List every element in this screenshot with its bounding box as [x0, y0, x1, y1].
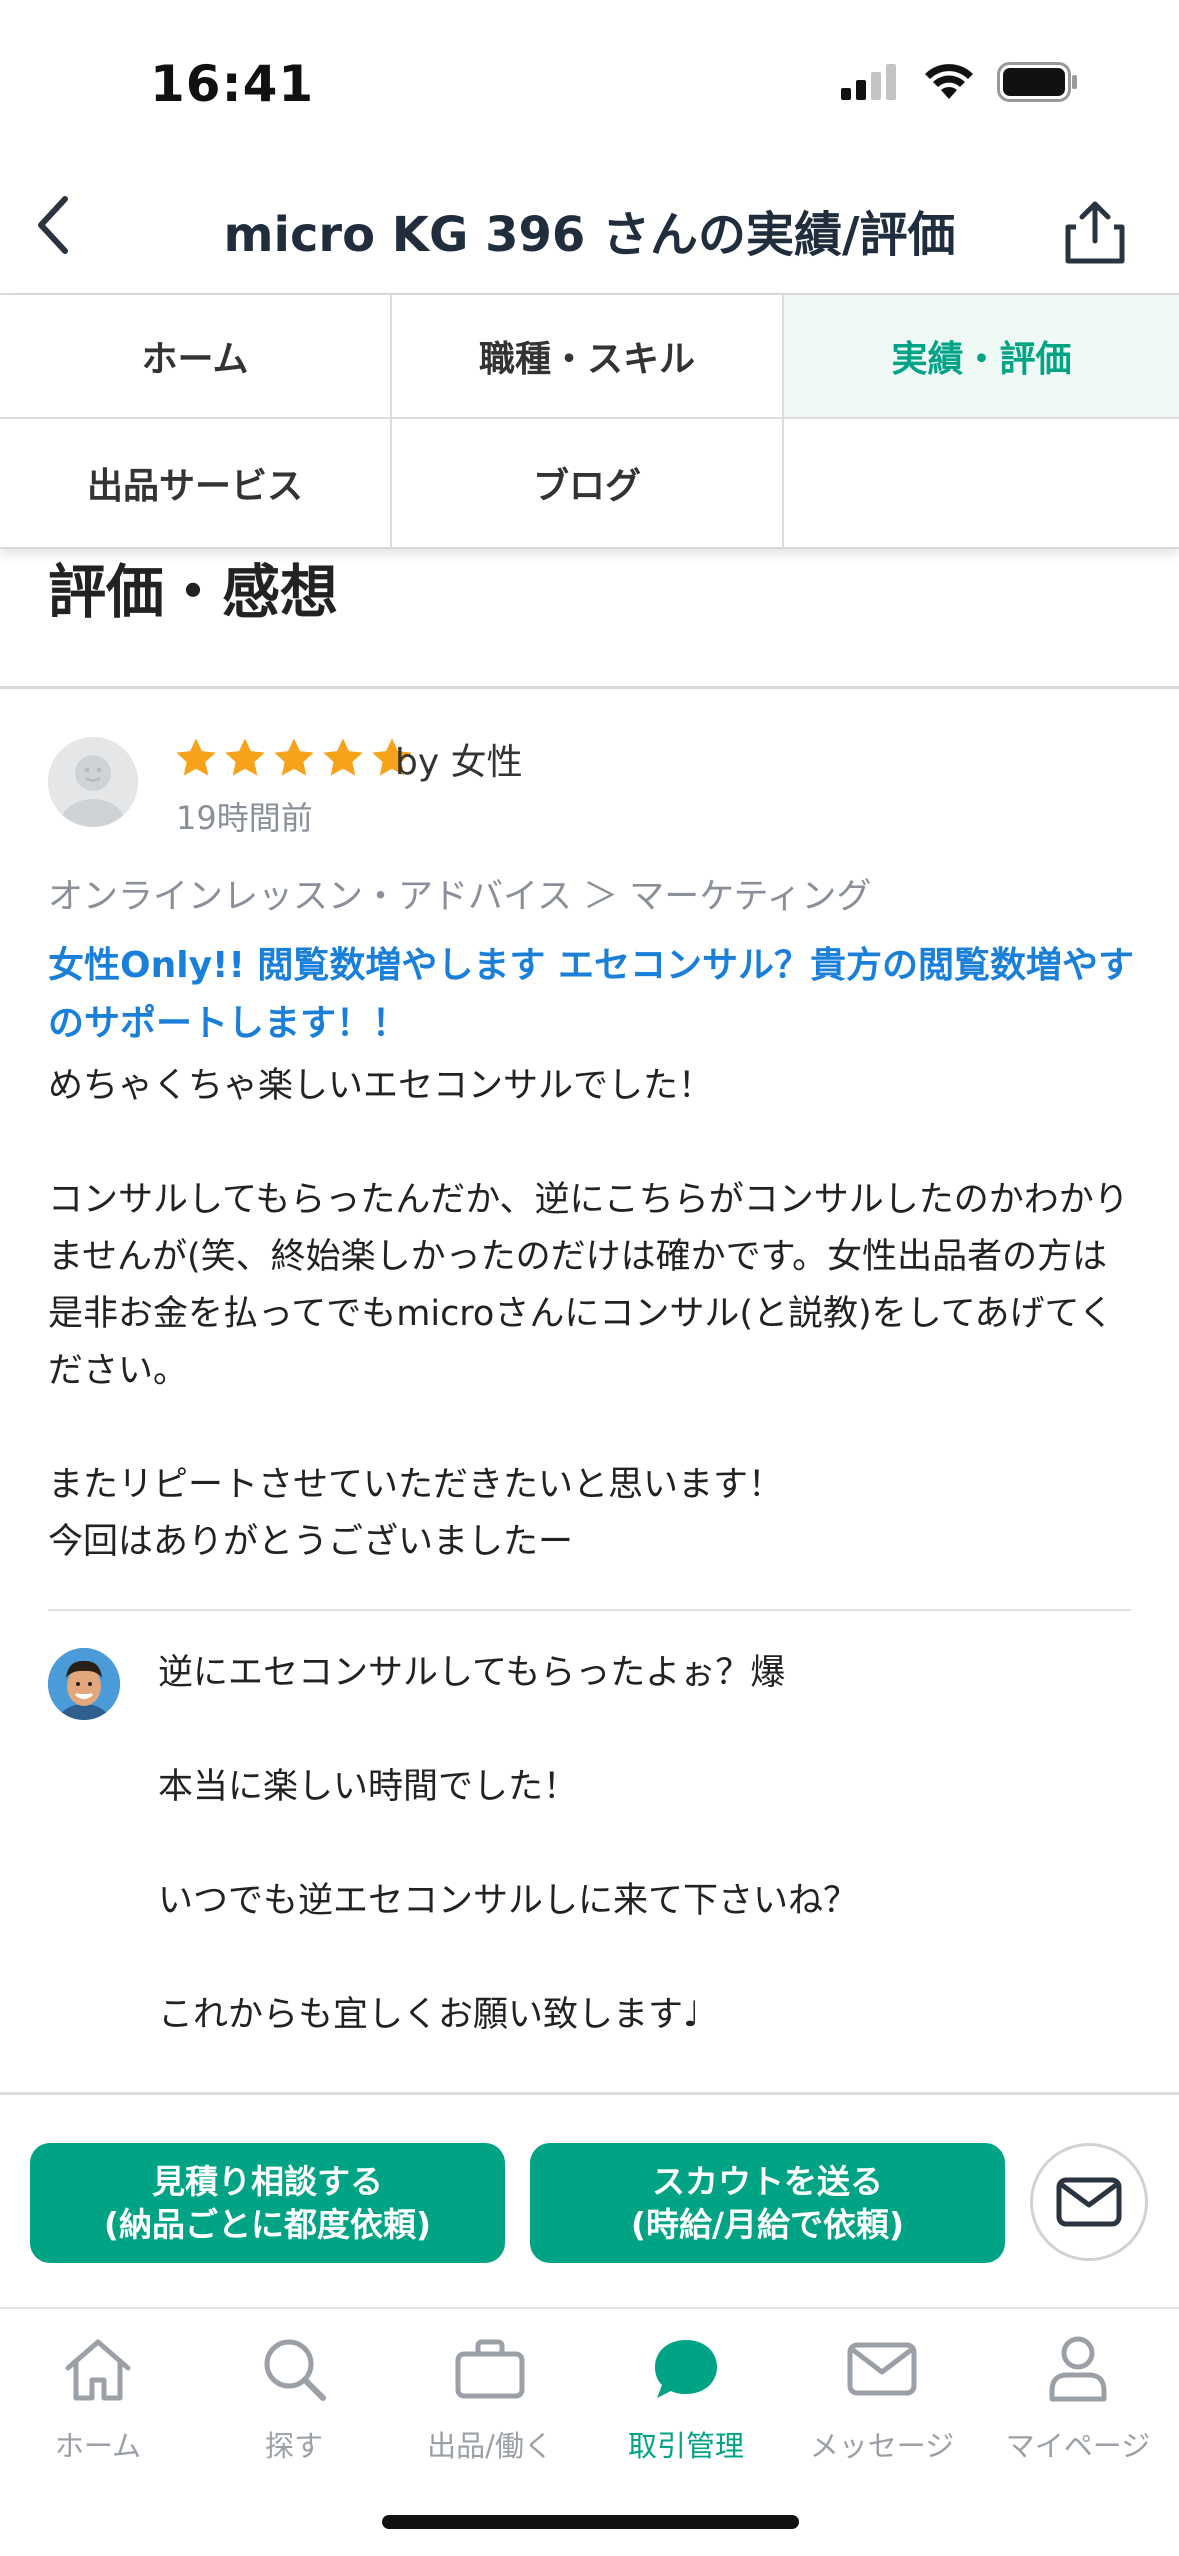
tab-empty: [784, 419, 1179, 547]
tab-home[interactable]: ホーム: [0, 295, 392, 419]
page-title: micro KG 396 さんの実績/評価: [223, 207, 956, 263]
service-title-link[interactable]: 女性Only!! 閲覧数増やします エセコンサル？貴方の閲覧数増やすのサポートし…: [48, 937, 1138, 1053]
status-time: 16:41: [150, 55, 315, 113]
action-bar: 見積り相談する (納品ごとに都度依頼) スカウトを送る (時給/月給で依頼): [0, 2092, 1179, 2307]
scout-button-line2: (時給/月給で依頼): [630, 2205, 905, 2244]
tabbar-label: 出品/働く: [427, 2429, 553, 2463]
star-icon: [176, 738, 216, 776]
tabbar-label: ホーム: [54, 2429, 142, 2463]
section-divider: [0, 686, 1179, 689]
share-icon: [1065, 201, 1125, 264]
mail-icon: [847, 2342, 917, 2396]
tabbar-label: メッセージ: [809, 2429, 955, 2463]
message-button[interactable]: [1030, 2143, 1148, 2261]
mail-icon: [1056, 2177, 1122, 2227]
seller-avatar-icon: [48, 1648, 120, 1720]
review-body: めちゃくちゃ楽しいエセコンサルでした！ コンサルしてもらったんだか、逆にこちらが…: [48, 1066, 1129, 1562]
tabbar-label: 探す: [264, 2429, 323, 2463]
cellular-signal-icon: [841, 64, 896, 100]
tab-achievements[interactable]: 実績・評価: [784, 295, 1179, 419]
briefcase-icon: [455, 2339, 525, 2399]
person-icon: [1049, 2336, 1107, 2402]
star-icon: [274, 738, 314, 776]
star-icon: [225, 738, 265, 776]
tab-services[interactable]: 出品サービス: [0, 419, 392, 547]
rating-stars: [173, 735, 415, 781]
reply-divider: [48, 1609, 1131, 1611]
share-button[interactable]: [1055, 192, 1135, 272]
estimate-button-line2: (納品ごとに都度依頼): [103, 2205, 432, 2244]
review-time: 19時間前: [176, 799, 313, 837]
tabbar-messages[interactable]: メッセージ: [784, 2329, 980, 2465]
review-category[interactable]: オンラインレッスン・アドバイス ＞ マーケティング: [48, 868, 871, 919]
tab-blog[interactable]: ブログ: [392, 419, 784, 547]
reply-body: 逆にエセコンサルしてもらったよぉ？爆 本当に楽しい時間でした！ いつでも逆エセコ…: [158, 1653, 859, 2035]
search-icon: [264, 2339, 326, 2401]
tabbar-label: マイページ: [1005, 2429, 1151, 2463]
tabbar-work[interactable]: 出品/働く: [392, 2329, 588, 2465]
wifi-icon: [925, 64, 973, 99]
default-avatar-icon: [48, 737, 138, 827]
tabbar-transactions[interactable]: 取引管理: [588, 2329, 784, 2465]
status-icons: [841, 62, 1079, 102]
send-scout-button[interactable]: スカウトを送る (時給/月給で依頼): [530, 2143, 1005, 2263]
section-title: 評価・感想: [48, 558, 339, 626]
estimate-button-line1: 見積り相談する: [152, 2162, 383, 2201]
seller-avatar: [48, 1648, 120, 1720]
home-icon: [65, 2339, 131, 2401]
tabbar-mypage[interactable]: マイページ: [980, 2329, 1176, 2465]
tab-skills[interactable]: 職種・スキル: [392, 295, 784, 419]
estimate-request-button[interactable]: 見積り相談する (納品ごとに都度依頼): [30, 2143, 505, 2263]
profile-tabs: ホーム 職種・スキル 実績・評価 出品サービス ブログ: [0, 293, 1179, 549]
reviewer-name: by 女性: [395, 742, 523, 783]
scout-button-line1: スカウトを送る: [652, 2162, 883, 2201]
reviewer-avatar: [48, 737, 138, 827]
tabbar-label: 取引管理: [627, 2429, 744, 2463]
tabbar-search[interactable]: 探す: [196, 2329, 392, 2465]
home-indicator: [382, 2515, 799, 2529]
battery-icon: [997, 62, 1077, 102]
tabbar-home[interactable]: ホーム: [0, 2329, 196, 2465]
star-icon: [323, 738, 363, 776]
chat-bubble-icon: [655, 2340, 717, 2398]
